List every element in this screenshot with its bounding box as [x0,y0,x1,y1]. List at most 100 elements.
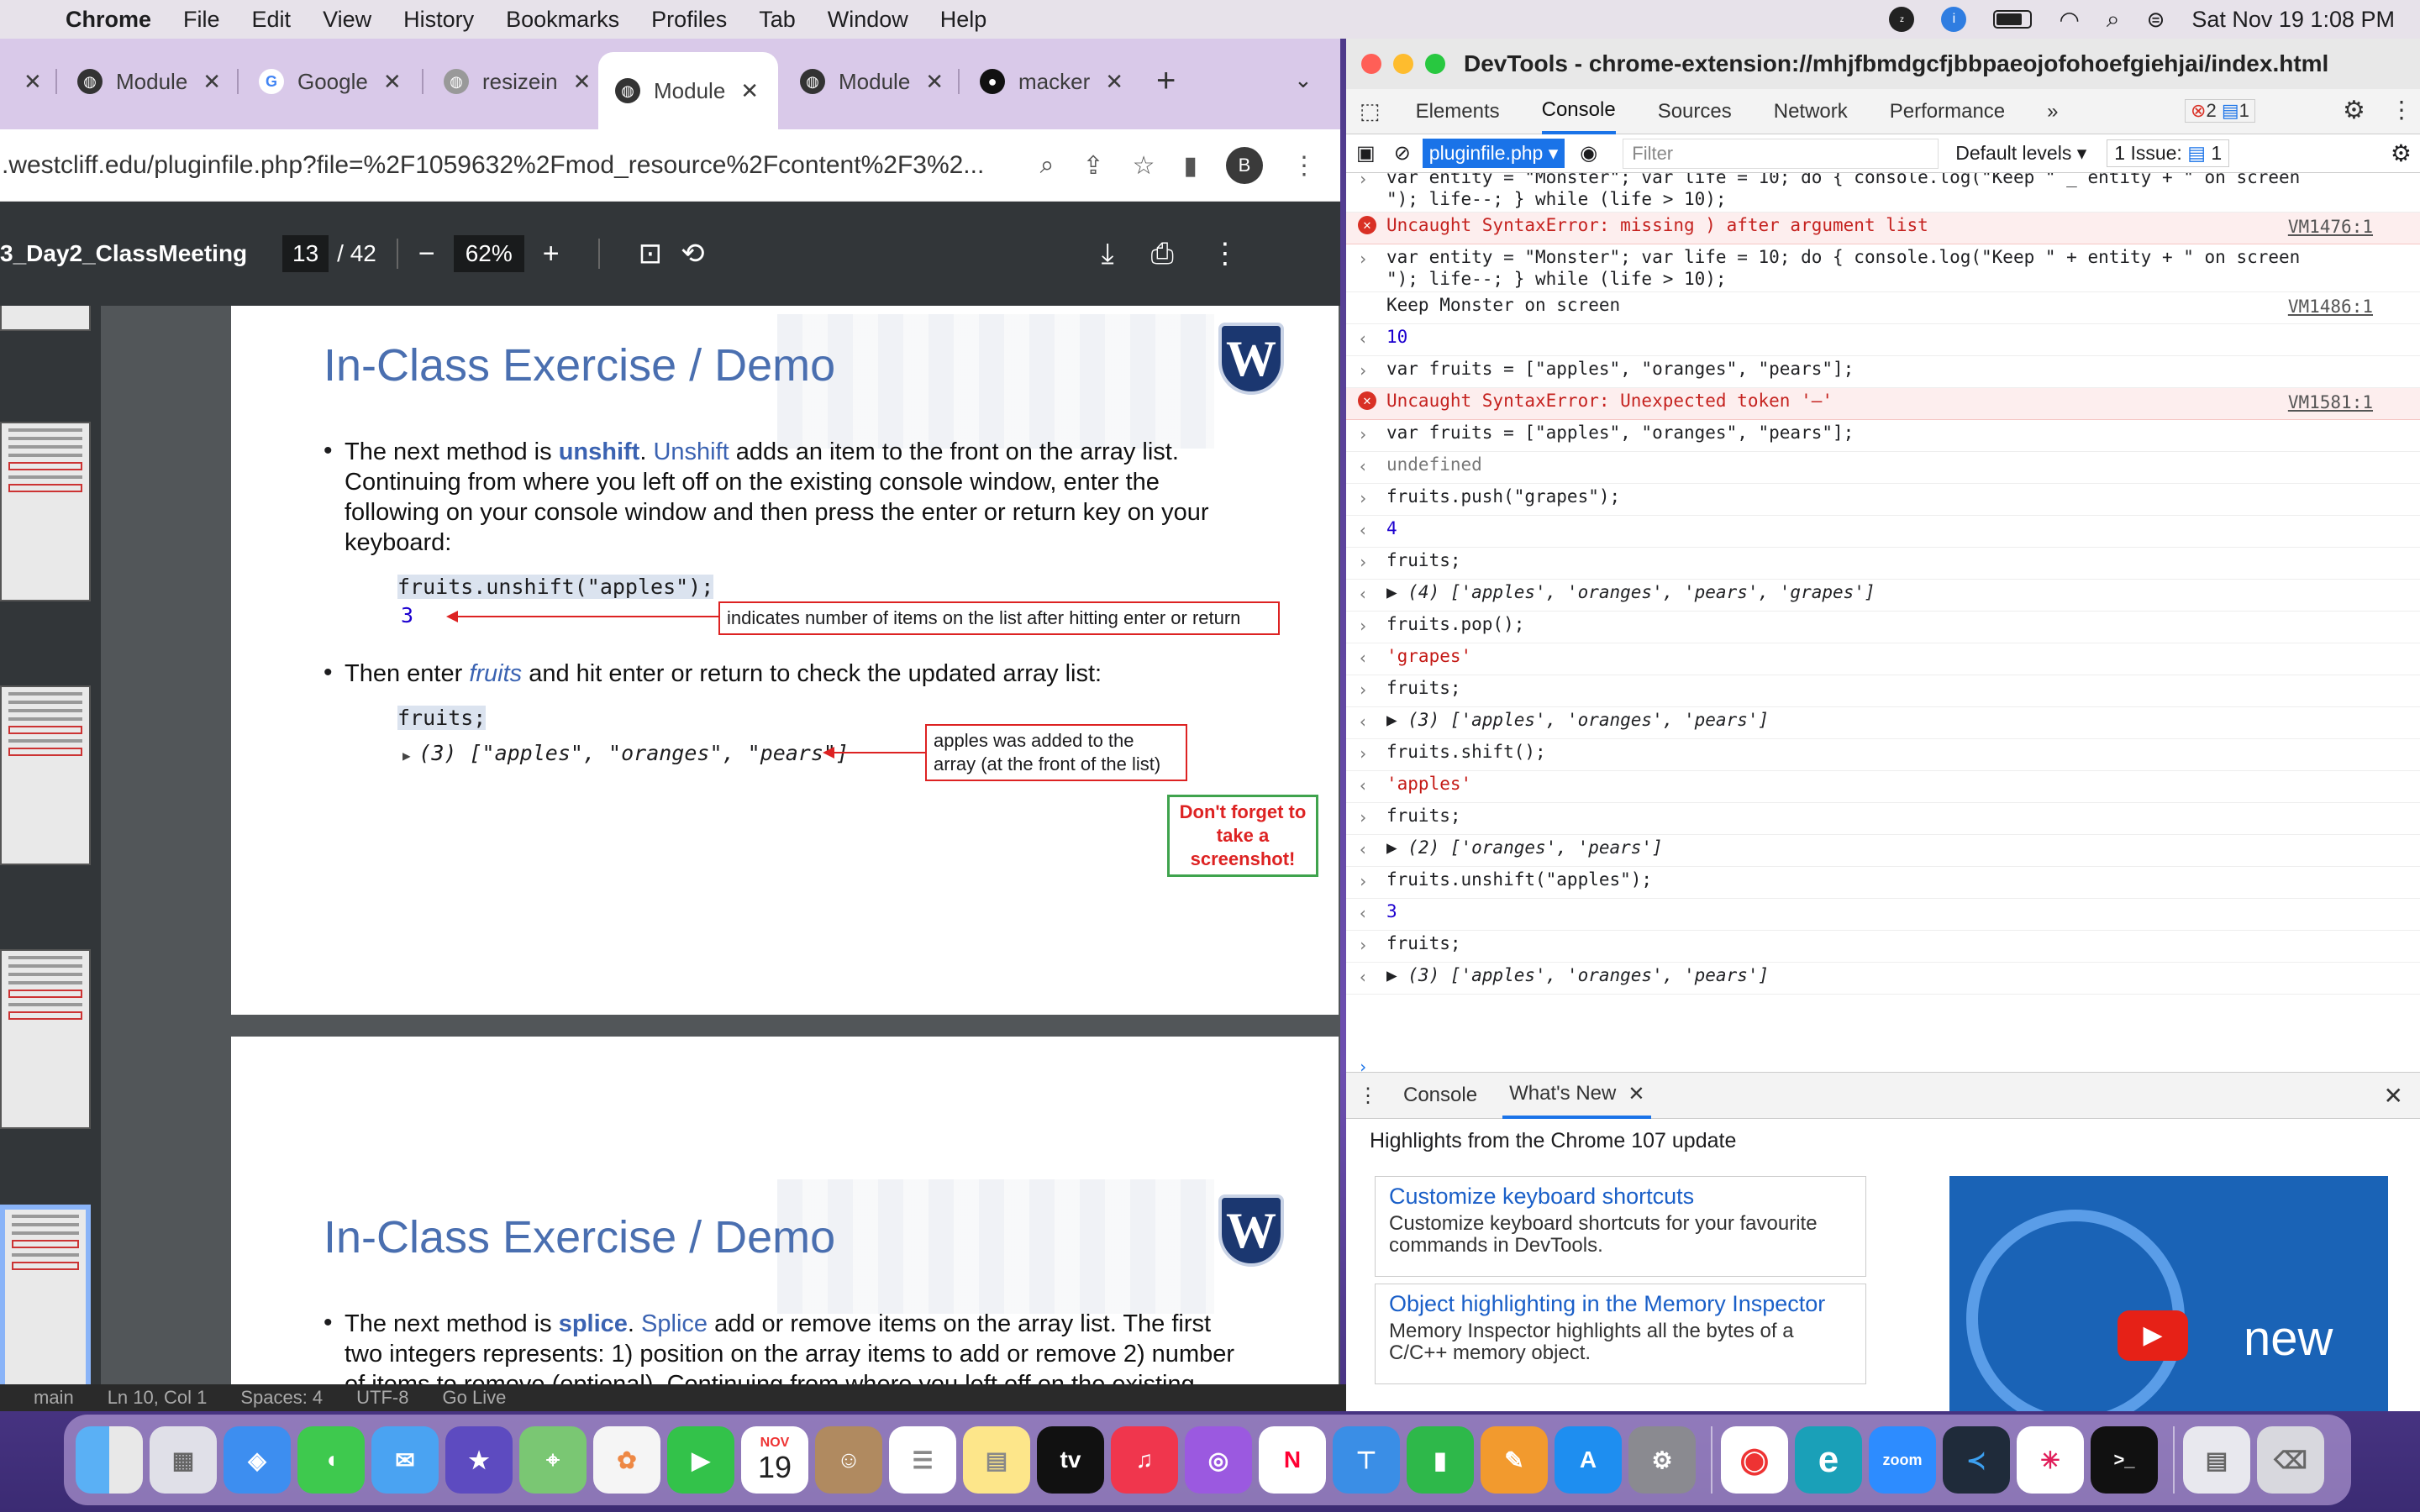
share-icon[interactable]: ⇪ [1082,151,1103,181]
devtools-menu-icon[interactable]: ⋮ [2390,96,2413,123]
console-prompt-icon[interactable]: › [1358,1057,1368,1072]
menu-tab[interactable]: Tab [759,7,796,33]
tab-sources[interactable]: Sources [1658,89,1732,134]
tab-partial[interactable]: ✕ [0,52,42,111]
facetime-icon[interactable]: ▶ [667,1426,734,1494]
close-tab-icon[interactable]: ✕ [740,78,759,104]
control-center-icon[interactable]: ⊜ [2147,7,2165,33]
print-icon[interactable]: ⎙ [1151,238,1174,270]
zoom-out-icon[interactable]: − [418,238,435,270]
menu-window[interactable]: Window [828,7,908,33]
source-link[interactable]: VM1476:1 [2288,216,2373,238]
menu-edit[interactable]: Edit [252,7,292,33]
pdf-more-icon[interactable]: ⋮ [1211,237,1239,270]
contacts-icon[interactable]: ☺ [815,1426,882,1494]
close-tab-icon[interactable]: ✕ [1628,1082,1644,1106]
menu-help[interactable]: Help [940,7,987,33]
numbers-icon[interactable]: ▮ [1407,1426,1474,1494]
tv-icon[interactable]: tv [1037,1426,1104,1494]
menu-view[interactable]: View [323,7,371,33]
settings-gear-icon[interactable]: ⚙ [2343,96,2365,125]
more-tabs-icon[interactable]: » [2047,100,2058,123]
drawer-menu-icon[interactable]: ⋮ [1358,1084,1378,1108]
thumbnail-sidebar[interactable] [0,306,101,1399]
drawer-tab-whats-new[interactable]: What's New ✕ [1502,1072,1652,1119]
tab-module-1[interactable]: ◍ Module ✕ [60,52,238,111]
close-tab-icon[interactable]: ✕ [1105,69,1123,95]
zoom-status-icon[interactable]: z [1889,7,1915,32]
context-selector[interactable]: pluginfile.php ▾ [1422,139,1565,168]
issues-button[interactable]: 1 Issue: ▤ 1 [2107,139,2230,167]
tab-elements[interactable]: Elements [1416,89,1500,134]
app-store-icon[interactable]: A [1555,1426,1622,1494]
close-tab-icon[interactable]: ✕ [24,69,42,95]
edge-icon[interactable]: e [1795,1426,1862,1494]
drawer-tab-console[interactable]: Console [1403,1084,1477,1107]
slack-icon[interactable]: ✳ [2017,1426,2084,1494]
tab-network[interactable]: Network [1774,89,1848,134]
console-result-row[interactable]: ‹ ▶ (3) ['apples', 'oranges', 'pears'] [1346,707,2420,739]
tab-console[interactable]: Console [1541,89,1616,134]
zoom-level-input[interactable]: 62% [453,235,524,272]
zoom-lens-icon[interactable]: ⌕ [1040,151,1055,180]
system-settings-icon[interactable]: ⚙ [1628,1426,1696,1494]
sidebar-toggle-icon[interactable]: ▣ [1356,141,1376,165]
page-thumbnail[interactable] [0,422,91,601]
zoom-icon[interactable]: zoom [1869,1426,1936,1494]
close-tab-icon[interactable]: ✕ [383,69,402,95]
menu-file[interactable]: File [183,7,220,33]
vscode-icon[interactable]: ≺ [1943,1426,2010,1494]
console-result-row[interactable]: ‹ ▶ (3) ['apples', 'oranges', 'pears'] [1346,963,2420,995]
console-output[interactable]: › var entity = "Monster"; var life = 10; … [1346,173,2420,1072]
tab-performance[interactable]: Performance [1890,89,2005,134]
spotlight-search-icon[interactable]: ⌕ [2107,6,2120,34]
url-field[interactable]: .westcliff.edu/pluginfile.php?file=%2F10… [2,151,984,180]
tab-module-3[interactable]: ◍ Module ✕ [783,52,960,111]
chrome-icon[interactable]: ◉ [1721,1426,1788,1494]
notes-icon[interactable]: ▤ [963,1426,1030,1494]
chrome-menu-icon[interactable]: ⋮ [1292,151,1317,181]
reminders-icon[interactable]: ☰ [889,1426,956,1494]
play-icon[interactable]: ▶ [2118,1310,2188,1361]
zoom-in-icon[interactable]: + [543,238,560,270]
keynote-icon[interactable]: ⊤ [1333,1426,1400,1494]
live-expression-eye-icon[interactable]: ◉ [1580,141,1597,165]
launchpad-icon[interactable]: ▦ [150,1426,217,1494]
tab-resizein[interactable]: ◍ resizein ✕ [427,52,608,111]
news-icon[interactable]: N [1259,1426,1326,1494]
trash-icon[interactable]: ⌫ [2257,1426,2324,1494]
clear-console-icon[interactable]: ⊘ [1394,141,1411,165]
console-result-row[interactable]: ‹ ▶ (4) ['apples', 'oranges', 'pears', 'g… [1346,580,2420,612]
close-window-icon[interactable] [1361,54,1381,74]
menu-history[interactable]: History [403,7,474,33]
terminal-icon[interactable]: >_ [2091,1426,2158,1494]
mail-icon[interactable]: ✉ [371,1426,439,1494]
menubar-datetime[interactable]: Sat Nov 19 1:08 PM [2191,7,2395,33]
minimize-window-icon[interactable] [1393,54,1413,74]
console-filter-input[interactable]: Filter [1623,138,1939,169]
page-thumbnail-selected[interactable] [0,1205,91,1399]
page-number-input[interactable]: 13 [282,235,329,272]
tab-search-chevron-icon[interactable]: ⌄ [1294,67,1313,93]
feature-card[interactable]: Object highlighting in the Memory Inspec… [1375,1284,1866,1384]
rotate-icon[interactable]: ⟲ [681,237,705,270]
messages-icon[interactable]: ◖ [297,1426,365,1494]
zoom-window-icon[interactable] [1425,54,1445,74]
maps-icon[interactable]: ⌖ [519,1426,587,1494]
new-tab-icon[interactable]: + [1156,62,1176,100]
console-settings-icon[interactable]: ⚙ [2391,139,2412,167]
profile-avatar[interactable]: B [1226,147,1263,184]
tab-github[interactable]: ● macker ✕ [963,52,1140,111]
tab-module-active[interactable]: ◍ Module ✕ [598,52,778,129]
download-icon[interactable]: ⤓ [1102,238,1114,270]
downloads-icon[interactable]: ▤ [2183,1426,2250,1494]
page-thumbnail[interactable] [0,949,91,1129]
info-icon[interactable]: i [1941,7,1967,32]
menu-profiles[interactable]: Profiles [651,7,727,33]
inspect-element-icon[interactable]: ⬚ [1360,98,1381,124]
close-tab-icon[interactable]: ✕ [203,69,221,95]
side-panel-icon[interactable]: ▮ [1183,151,1197,181]
bookmark-star-icon[interactable]: ☆ [1133,151,1155,181]
music-icon[interactable]: ♫ [1111,1426,1178,1494]
feature-card[interactable]: Customize keyboard shortcuts Customize k… [1375,1176,1866,1277]
